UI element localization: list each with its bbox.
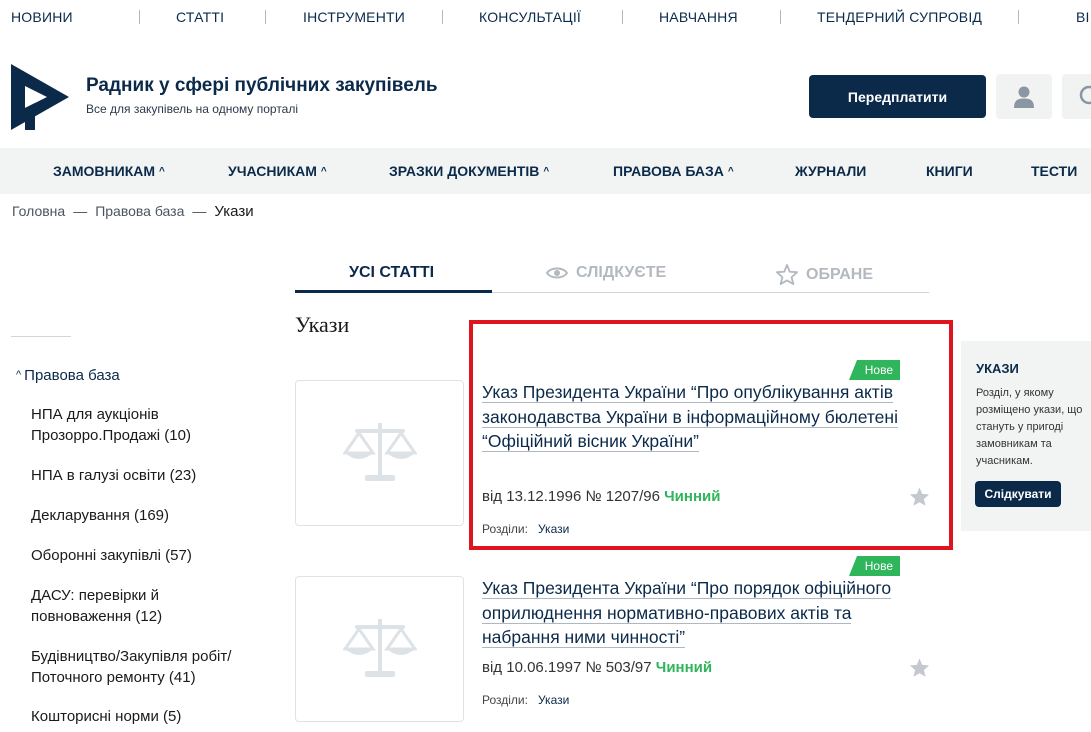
site-title[interactable]: Радник у сфері публічних закупівель: [86, 75, 438, 97]
mainnav-item-legal-base[interactable]: ПРАВОВА БАЗА ^: [613, 163, 734, 179]
sidebar-item[interactable]: Будівництво/Закупівля робіт/ Поточного р…: [31, 646, 271, 688]
sidebar-item[interactable]: ДАСУ: перевірки й повноваження (12): [31, 585, 206, 627]
topnav-item-articles[interactable]: СТАТТІ: [176, 9, 224, 25]
topnav-separator: [780, 10, 781, 24]
topnav-separator: [139, 10, 140, 24]
user-button[interactable]: [996, 74, 1052, 119]
sidebar-item[interactable]: Декларування (169): [31, 505, 251, 526]
search-button[interactable]: [1062, 74, 1091, 119]
breadcrumb-home[interactable]: Головна: [12, 203, 65, 219]
chevron-up-icon: ^: [543, 166, 550, 177]
breadcrumb: Головна — Правова база — Укази: [12, 203, 254, 220]
eye-icon: [546, 267, 568, 279]
mainnav-item-doc-samples[interactable]: ЗРАЗКИ ДОКУМЕНТІВ ^: [389, 163, 549, 179]
mainnav-item-tests[interactable]: ТЕСТИ: [1031, 163, 1077, 179]
sidebar-item[interactable]: Кошторисні норми (5): [31, 706, 251, 727]
breadcrumb-legal-base[interactable]: Правова база: [95, 203, 184, 219]
site-subtitle: Все для закупівель на одному порталі: [86, 102, 299, 116]
mainnav-item-books[interactable]: КНИГИ: [926, 163, 973, 179]
tab-following[interactable]: СЛІДКУЄТЕ: [546, 264, 666, 282]
article-title[interactable]: Указ Президента України “Про порядок офі…: [482, 576, 902, 650]
topnav-item-news[interactable]: НОВИНИ: [11, 9, 73, 25]
topnav-item-tools[interactable]: ІНСТРУМЕНТИ: [303, 9, 405, 25]
article-thumbnail[interactable]: [295, 576, 464, 722]
sidebar-item[interactable]: НПА в галузі освіти (23): [31, 465, 251, 486]
top-nav: НОВИНИ СТАТТІ ІНСТРУМЕНТИ КОНСУЛЬТАЦІЇ Н…: [0, 0, 1091, 34]
topnav-item-training[interactable]: НАВЧАННЯ: [659, 9, 738, 25]
sidebar-item[interactable]: НПА для аукціонів Прозорро.Продажі (10): [31, 404, 231, 446]
mainnav-item-customers[interactable]: ЗАМОВНИКАМ ^: [53, 163, 165, 179]
status-badge: Чинний: [655, 659, 713, 676]
mainnav-item-participants[interactable]: УЧАСНИКАМ ^: [228, 163, 327, 179]
sidebar-divider: [11, 336, 71, 337]
topnav-item-consultations[interactable]: КОНСУЛЬТАЦІЇ: [479, 9, 581, 25]
topnav-separator: [622, 10, 623, 24]
article-sections: Розділи: Укази: [482, 693, 570, 707]
favorite-star-icon[interactable]: [909, 657, 930, 678]
new-badge: Нове: [849, 556, 900, 576]
star-icon: [776, 264, 798, 285]
topnav-separator: [442, 10, 443, 24]
chevron-up-icon: ^: [320, 166, 327, 177]
breadcrumb-separator: —: [192, 203, 207, 219]
user-icon: [1014, 86, 1034, 108]
scales-icon: [342, 423, 417, 481]
page-title: Укази: [295, 312, 350, 337]
topnav-separator: [1018, 10, 1019, 24]
sidebar-heading[interactable]: ^ Правова база: [16, 367, 120, 384]
article-thumbnail[interactable]: [295, 380, 464, 526]
topnav-separator: [265, 10, 266, 24]
sidebar-item[interactable]: Оборонні закупівлі (57): [31, 545, 251, 566]
search-icon: [1079, 85, 1091, 105]
info-panel-title: УКАЗИ: [976, 361, 1019, 376]
topnav-item-tender-support[interactable]: ТЕНДЕРНИЙ СУПРОВІД: [817, 9, 982, 25]
breadcrumb-current: Укази: [214, 203, 254, 220]
chevron-up-icon: ^: [159, 166, 165, 177]
subscribe-button[interactable]: Передплатити: [809, 75, 986, 118]
main-nav: ЗАМОВНИКАМ ^ УЧАСНИКАМ ^ ЗРАЗКИ ДОКУМЕНТІВ…: [0, 148, 1091, 194]
site-logo[interactable]: [11, 64, 69, 130]
chevron-up-icon: ^: [727, 166, 734, 177]
article-meta: від 10.06.1997 № 503/97 Чинний: [482, 659, 713, 676]
highlight-frame: [469, 320, 953, 550]
info-panel-text: Розділ, у якому розміщено укази, що стан…: [976, 387, 1083, 467]
section-link[interactable]: Укази: [538, 693, 569, 707]
tab-active-indicator: [295, 290, 492, 293]
scales-icon: [342, 619, 417, 677]
mainnav-item-journals[interactable]: ЖУРНАЛИ: [795, 163, 866, 179]
chevron-up-icon: ^: [16, 369, 22, 381]
topnav-item-cut[interactable]: ВІ: [1076, 9, 1090, 25]
tab-all-articles[interactable]: УСІ СТАТТІ: [349, 264, 434, 282]
follow-button[interactable]: Слідкувати: [975, 481, 1061, 507]
tab-favorites[interactable]: ОБРАНЕ: [776, 264, 873, 285]
breadcrumb-separator: —: [73, 203, 88, 219]
